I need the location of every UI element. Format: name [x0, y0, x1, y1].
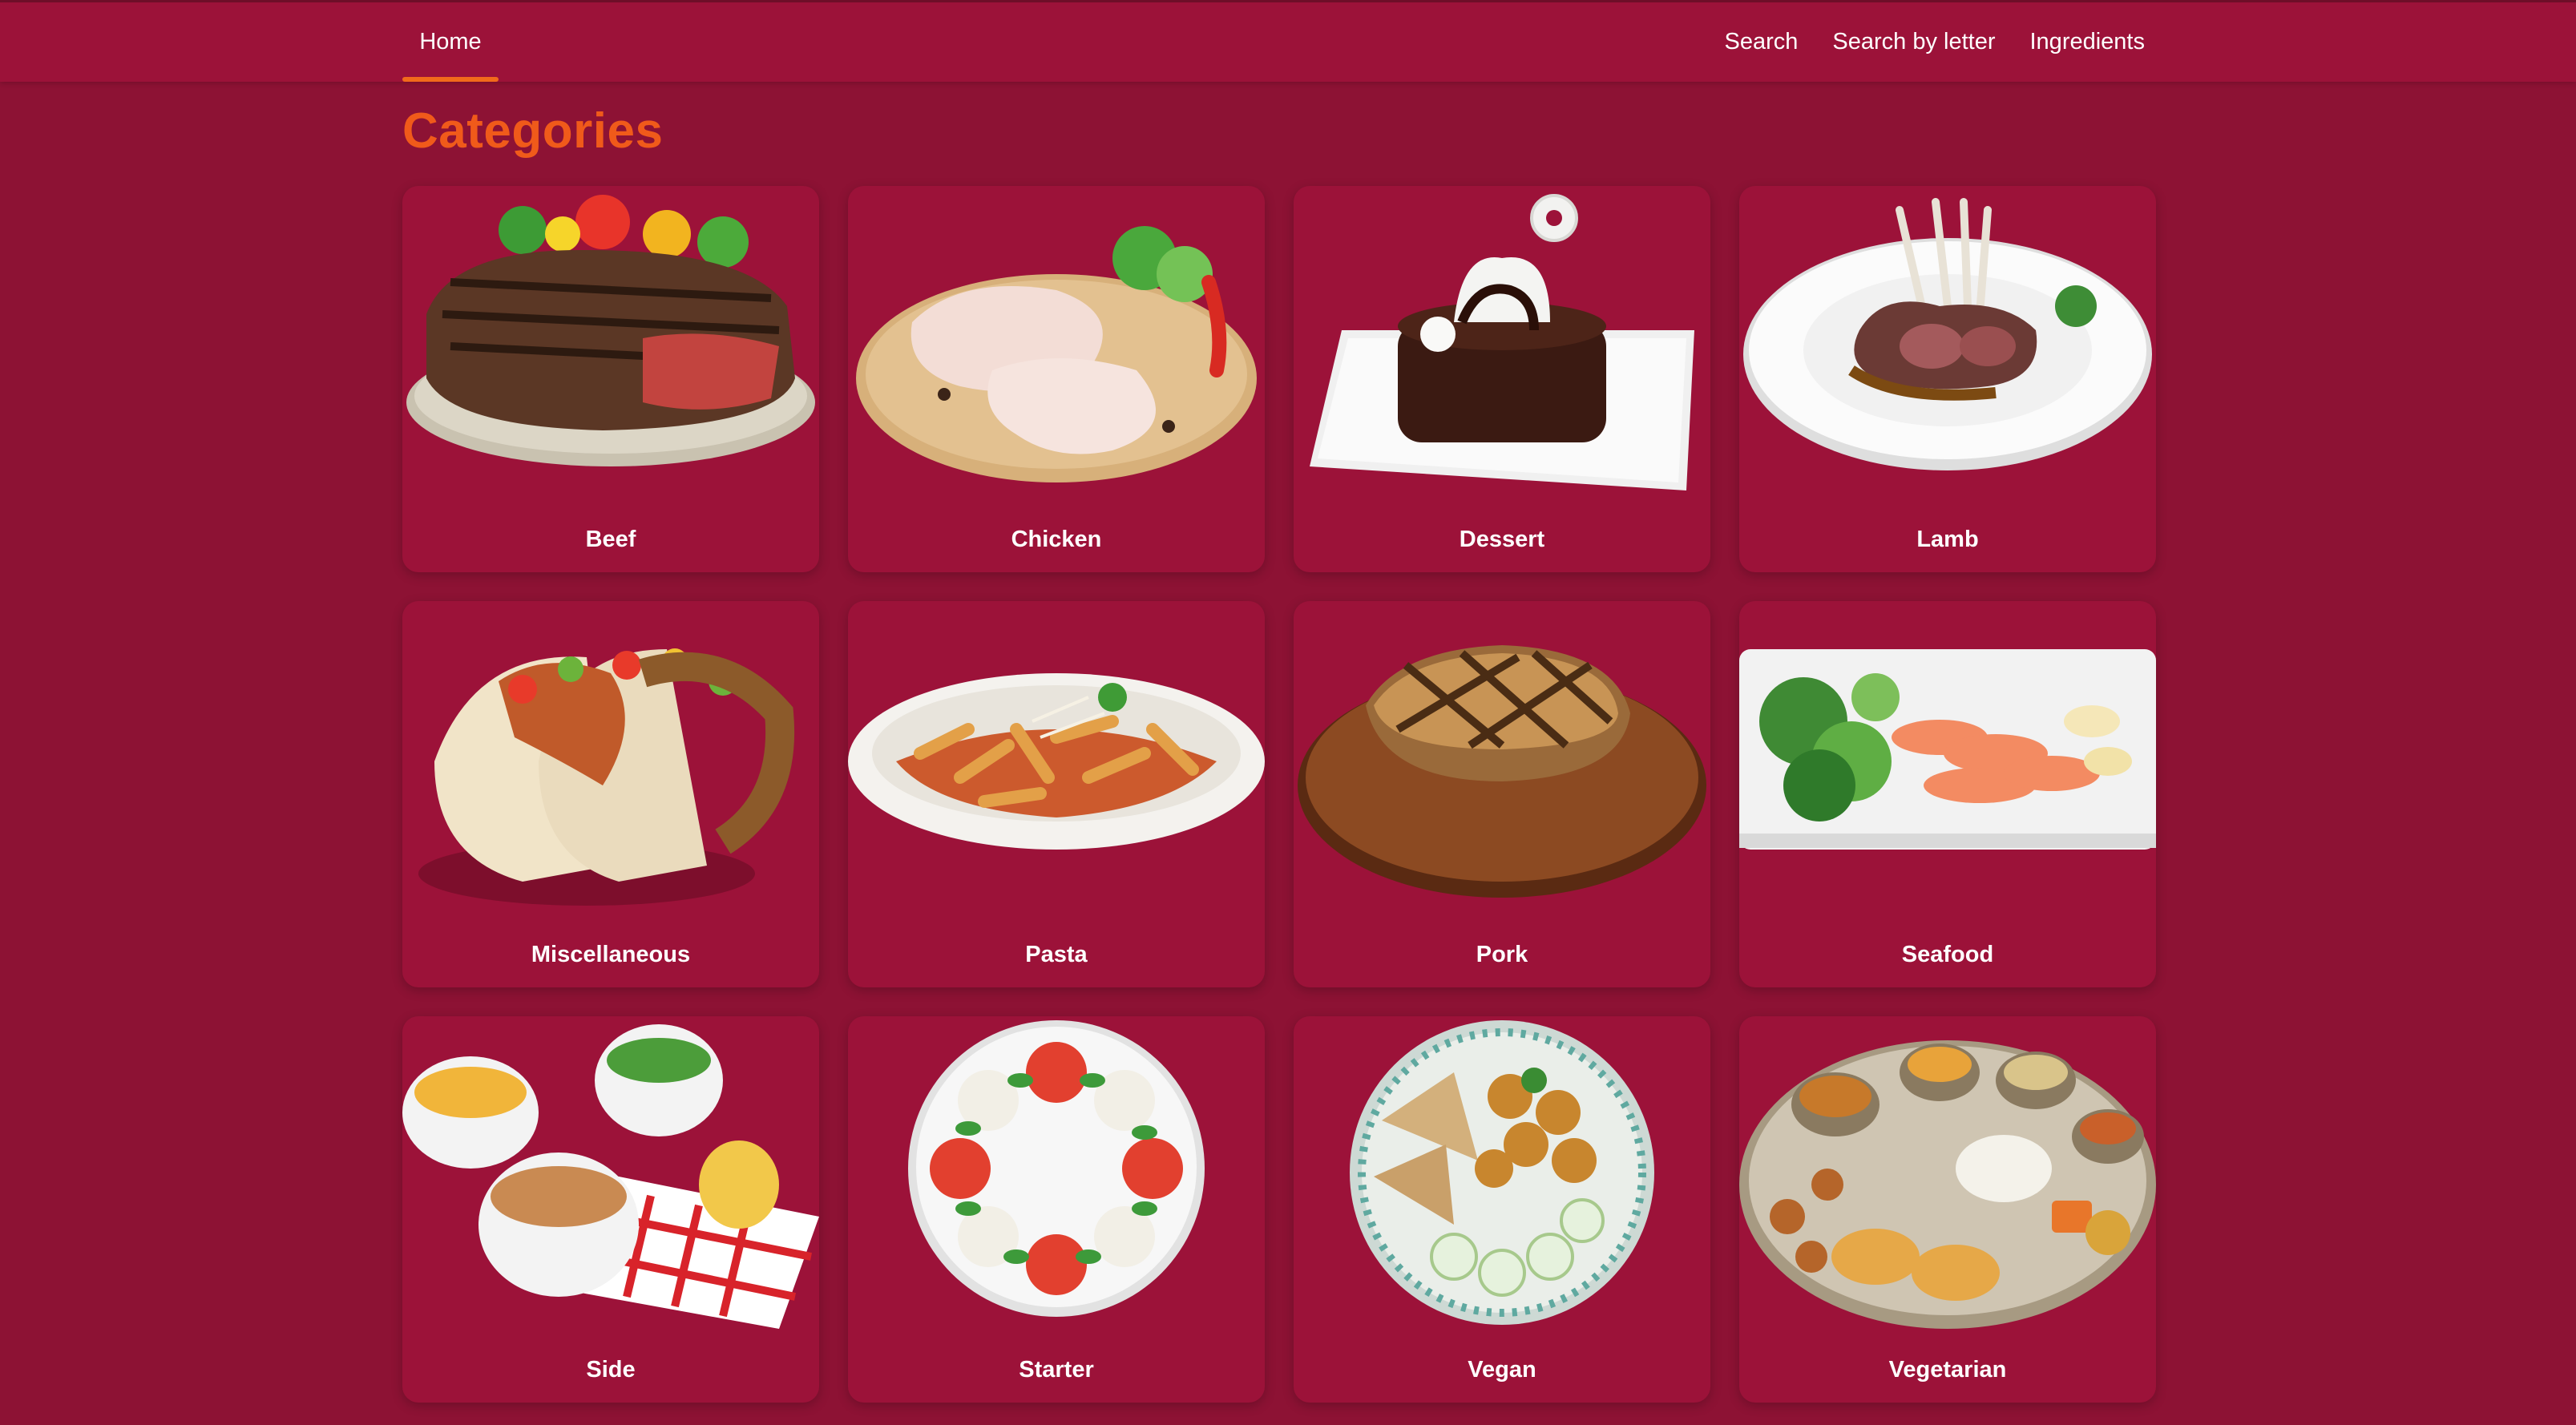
category-grid: Beef Chicken Dessert Lamb Miscellaneous …: [402, 186, 2156, 1403]
category-card-lamb[interactable]: Lamb: [1739, 186, 2156, 572]
nav-home-link[interactable]: Home: [402, 2, 499, 82]
category-label: Pasta: [1025, 942, 1088, 967]
page-title: Categories: [402, 103, 664, 159]
category-card-pork[interactable]: Pork: [1294, 601, 1710, 987]
category-label: Chicken: [1011, 527, 1102, 552]
category-card-side[interactable]: Side: [402, 1016, 819, 1403]
category-label: Seafood: [1901, 942, 1994, 967]
category-label: Beef: [585, 527, 636, 552]
lamb-chops-image: [1739, 186, 2156, 507]
chicken-legs-image: [848, 186, 1265, 507]
salmon-plate-image: [1739, 601, 2156, 922]
category-card-vegan[interactable]: Vegan: [1294, 1016, 1710, 1403]
nav-ingredients-link[interactable]: Ingredients: [2030, 29, 2146, 55]
top-navbar: Home Search Search by letter Ingredients: [0, 0, 2576, 82]
thali-platter-image: [1739, 1016, 2156, 1337]
category-card-seafood[interactable]: Seafood: [1739, 601, 2156, 987]
nav-links: Search Search by letter Ingredients: [1725, 2, 2146, 82]
category-card-beef[interactable]: Beef: [402, 186, 819, 572]
category-card-vegetarian[interactable]: Vegetarian: [1739, 1016, 2156, 1403]
nav-search-by-letter-link[interactable]: Search by letter: [1832, 29, 1995, 55]
category-card-starter[interactable]: Starter: [848, 1016, 1265, 1403]
side-dishes-image: [402, 1016, 819, 1337]
category-label: Pork: [1476, 942, 1528, 967]
category-label: Vegan: [1468, 1357, 1536, 1383]
vegan-bowl-image: [1294, 1016, 1710, 1337]
category-card-miscellaneous[interactable]: Miscellaneous: [402, 601, 819, 987]
category-label: Starter: [1019, 1357, 1094, 1383]
category-label: Miscellaneous: [531, 942, 691, 967]
caprese-salad-image: [848, 1016, 1265, 1337]
category-label: Lamb: [1916, 527, 1979, 552]
active-tab-indicator: [402, 77, 499, 82]
nav-search-link[interactable]: Search: [1725, 29, 1799, 55]
category-label: Dessert: [1459, 527, 1545, 552]
chocolate-cake-image: [1294, 186, 1710, 507]
nav-home-label: Home: [419, 29, 482, 54]
tacos-image: [402, 601, 819, 922]
category-label: Side: [586, 1357, 636, 1383]
pork-chop-image: [1294, 601, 1710, 922]
category-card-pasta[interactable]: Pasta: [848, 601, 1265, 987]
penne-pasta-image: [848, 601, 1265, 922]
beef-steak-image: [402, 186, 819, 507]
category-label: Vegetarian: [1888, 1357, 2007, 1383]
category-card-chicken[interactable]: Chicken: [848, 186, 1265, 572]
category-card-dessert[interactable]: Dessert: [1294, 186, 1710, 572]
